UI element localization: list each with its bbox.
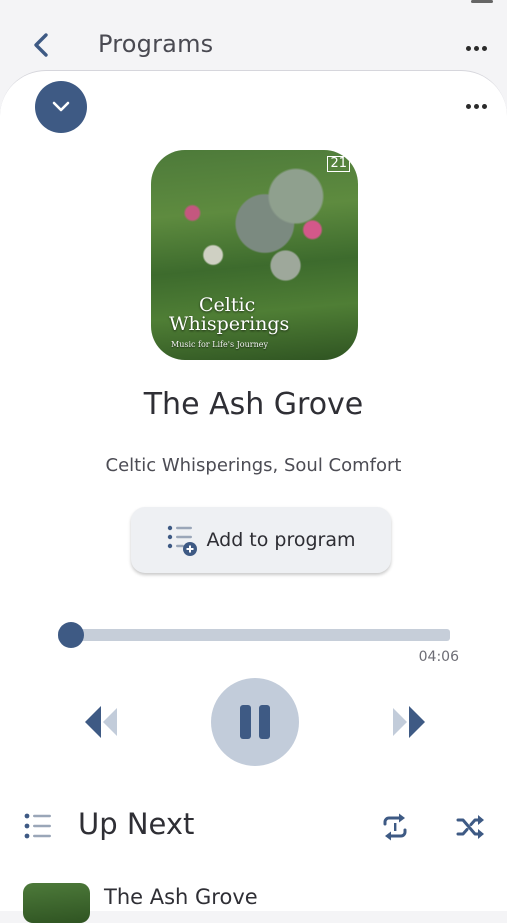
add-to-program-button[interactable]: Add to program xyxy=(131,507,391,573)
progress-slider[interactable] xyxy=(58,622,450,648)
chevron-left-icon xyxy=(34,33,48,57)
repeat-one-icon xyxy=(383,813,407,841)
skip-back-icon xyxy=(85,706,117,738)
playlist-add-icon xyxy=(168,525,198,556)
track-title: The Ash Grove xyxy=(143,387,364,422)
artwork-subtitle: Music for Life's Journey xyxy=(171,340,268,349)
next-button[interactable] xyxy=(386,699,432,745)
artwork-title-line2: Whisperings xyxy=(169,313,290,335)
page-title: Programs xyxy=(98,30,214,58)
add-to-program-label: Add to program xyxy=(206,529,356,551)
repeat-button[interactable] xyxy=(378,810,412,844)
now-playing-sheet: 21 Celtic Whisperings Music for Life's J… xyxy=(0,70,507,923)
track-duration: 04:06 xyxy=(418,649,459,665)
list-icon xyxy=(23,811,53,845)
back-button[interactable] xyxy=(26,30,56,60)
collapse-player-button[interactable] xyxy=(35,81,87,133)
progress-track xyxy=(58,629,450,641)
up-next-title: Up Next xyxy=(78,807,195,841)
queue-item-artwork[interactable] xyxy=(23,883,90,923)
artwork-album-title: Celtic Whisperings xyxy=(169,296,289,334)
queue-item-title[interactable]: The Ash Grove xyxy=(104,885,258,909)
top-bar: Programs xyxy=(0,8,507,78)
shuffle-button[interactable] xyxy=(453,810,487,844)
more-horizontal-icon[interactable] xyxy=(466,46,487,51)
progress-thumb[interactable] xyxy=(58,622,84,648)
play-pause-button[interactable] xyxy=(211,678,299,766)
status-indicator xyxy=(471,0,493,3)
skip-forward-icon xyxy=(393,706,425,738)
player-more-icon[interactable] xyxy=(466,104,487,109)
shuffle-icon xyxy=(456,815,484,839)
pause-icon xyxy=(240,705,270,739)
artwork-logo: 21 xyxy=(327,156,350,172)
album-artwork: 21 Celtic Whisperings Music for Life's J… xyxy=(151,150,358,360)
status-bar xyxy=(0,0,507,8)
track-artist: Celtic Whisperings, Soul Comfort xyxy=(105,455,402,476)
chevron-down-icon xyxy=(52,101,70,112)
previous-button[interactable] xyxy=(78,699,124,745)
